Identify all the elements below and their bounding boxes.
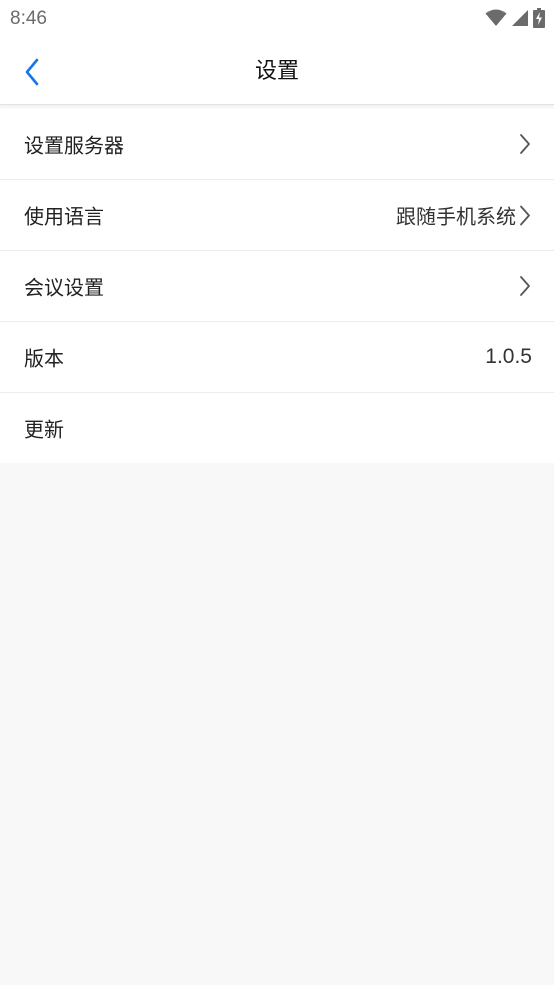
settings-row-label: 使用语言 (24, 204, 104, 229)
chevron-right-icon (520, 134, 530, 154)
settings-row-meeting[interactable]: 会议设置 (0, 251, 554, 322)
version-value: 1.0.5 (485, 345, 532, 368)
chevron-right-icon (520, 276, 530, 296)
settings-row-update[interactable]: 更新 (0, 393, 554, 463)
chevron-right-icon (520, 205, 530, 225)
language-value: 跟随手机系统 (396, 204, 516, 229)
status-icons (485, 8, 545, 28)
battery-charging-icon (533, 8, 545, 28)
settings-row-trailing (518, 275, 532, 297)
settings-row-trailing: 跟随手机系统 (396, 201, 532, 230)
settings-row-trailing (518, 133, 532, 155)
settings-row-label: 设置服务器 (24, 133, 124, 158)
wifi-icon (485, 9, 507, 26)
status-bar: 8:46 (0, 0, 554, 40)
settings-row-label: 会议设置 (24, 275, 104, 300)
settings-row-label: 更新 (24, 417, 64, 442)
settings-row-label: 版本 (24, 346, 64, 371)
settings-row-version: 版本 1.0.5 (0, 322, 554, 393)
cellular-signal-icon (512, 10, 528, 26)
settings-list: 设置服务器 使用语言 跟随手机系统 会议设置 版本 1.0.5 更新 (0, 109, 554, 463)
settings-row-server[interactable]: 设置服务器 (0, 109, 554, 180)
page-title: 设置 (254, 59, 299, 84)
app-header: 设置 (0, 40, 554, 105)
settings-row-language[interactable]: 使用语言 跟随手机系统 (0, 180, 554, 251)
settings-row-trailing: 1.0.5 (485, 345, 532, 369)
status-time: 8:46 (10, 8, 47, 29)
